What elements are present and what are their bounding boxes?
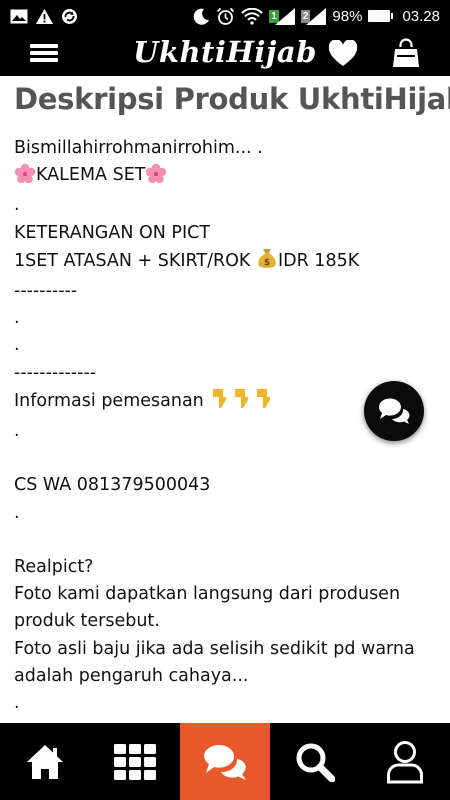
text-line: . (14, 693, 20, 714)
text-line: . (14, 308, 20, 329)
home-icon (27, 744, 63, 779)
gallery-icon (10, 9, 28, 24)
product-name: KALEMA SET (36, 165, 146, 186)
order-info-label: Informasi pemesanan (14, 390, 210, 411)
sim1-signal: 1 (269, 7, 295, 25)
text-line: Foto kami dapatkan langsung dari produse… (14, 584, 401, 605)
bottom-navigation (0, 723, 450, 800)
text-line (14, 445, 440, 472)
nav-home[interactable] (0, 723, 90, 800)
search-icon (296, 743, 335, 782)
text-line: produk tersebut. (14, 611, 160, 632)
status-right-icons: 1 2 98% 03.28 (193, 7, 440, 26)
brand-logo: UkhtiHijab (133, 35, 317, 69)
nav-search[interactable] (270, 723, 360, 800)
text-line (14, 527, 440, 554)
wifi-icon (241, 7, 264, 25)
sync-icon (61, 8, 78, 25)
money-bag-icon: $ (256, 247, 278, 278)
status-left-icons (10, 8, 78, 25)
price: IDR 185K (277, 250, 360, 271)
cherry-blossom-icon (145, 163, 167, 192)
text-line: . (14, 502, 20, 523)
text-line: Realpict? (14, 557, 94, 578)
alarm-icon (216, 7, 235, 26)
text-line: ---------- (14, 281, 78, 302)
heart-icon[interactable] (328, 39, 358, 68)
text-line: adalah pengaruh cahaya... (14, 665, 249, 686)
text-line: . (14, 195, 20, 216)
sim2-signal: 2 (300, 7, 327, 25)
contact-whatsapp: CS WA 081379500043 (14, 475, 211, 496)
floating-chat-button[interactable] (364, 381, 424, 441)
menu-icon[interactable] (30, 40, 58, 68)
nav-chat[interactable] (180, 723, 270, 800)
moon-icon (193, 8, 210, 25)
text-line: KETERANGAN ON PICT (14, 222, 211, 243)
text-line: . (14, 335, 20, 356)
warning-icon (36, 8, 53, 24)
text-line: Bismillahirrohmanirrohim... . (14, 138, 263, 158)
nav-categories[interactable] (90, 723, 180, 800)
chat-icon (204, 744, 246, 780)
signal-icon (274, 7, 295, 25)
battery-percent: 98% (332, 7, 363, 25)
signal-icon (306, 7, 327, 25)
text-line: ------------- (14, 362, 97, 383)
clock: 03.28 (402, 7, 440, 25)
shopping-bag-icon[interactable] (392, 38, 420, 68)
page-title: Deskripsi Produk UkhtiHijab (14, 82, 450, 116)
battery-icon (368, 10, 394, 22)
nav-account[interactable] (360, 723, 450, 800)
grid-icon (114, 743, 156, 780)
set-contents: 1SET ATASAN + SKIRT/ROK (14, 250, 256, 271)
chat-bubbles-icon (379, 398, 410, 424)
text-line: KALEMA SET (14, 162, 440, 192)
text-line: 1SET ATASAN + SKIRT/ROK $ IDR 185K (14, 247, 440, 278)
cherry-blossom-icon (14, 163, 36, 192)
user-icon (387, 740, 423, 783)
svg-text:$: $ (264, 258, 270, 268)
status-bar: 1 2 98% 03.28 (0, 0, 450, 32)
text-line: Foto asli baju jika ada selisih sedikit … (14, 638, 415, 659)
pointing-down-icon (209, 387, 275, 418)
app-header: UkhtiHijab (0, 32, 450, 76)
